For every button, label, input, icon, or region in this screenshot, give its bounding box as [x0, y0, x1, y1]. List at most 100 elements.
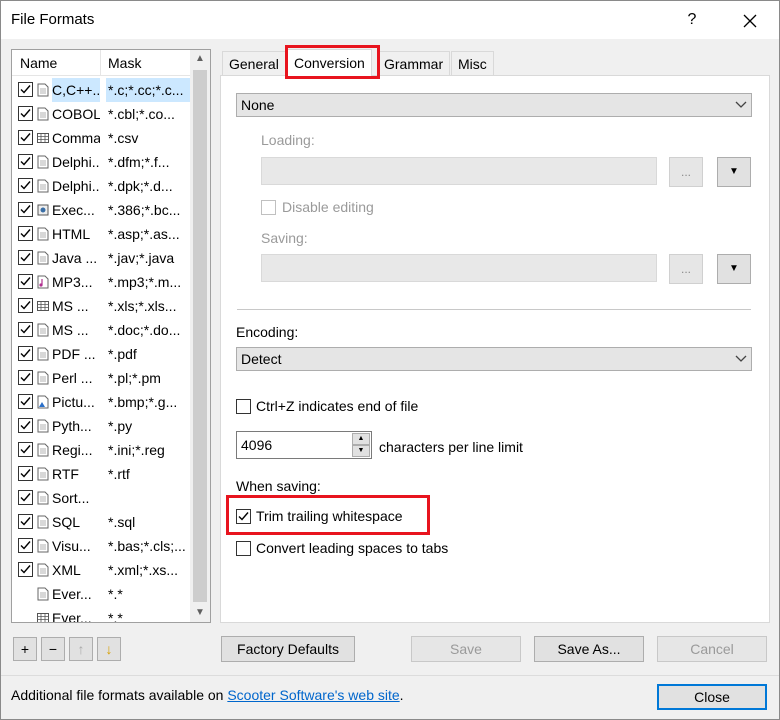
list-item[interactable]: Visu... *.bas;*.cls;... [12, 534, 190, 558]
list-item-checkbox[interactable] [18, 250, 33, 265]
loading-menu-button[interactable]: ▼ [717, 157, 751, 187]
list-item[interactable]: MS ... *.xls;*.xls... [12, 294, 190, 318]
ctrl-z-checkbox[interactable] [236, 399, 251, 414]
list-scrollbar[interactable]: ▲ ▼ [190, 50, 210, 622]
list-item[interactable]: Java ... *.jav;*.java [12, 246, 190, 270]
when-saving-label: When saving: [236, 478, 321, 494]
chevron-down-icon [735, 101, 747, 108]
list-item-checkbox[interactable] [18, 394, 33, 409]
list-item[interactable]: Ever... *.* [12, 606, 190, 623]
line-limit-label: characters per line limit [379, 439, 523, 455]
conversion-type-value: None [241, 97, 275, 113]
list-item[interactable]: COBOL *.cbl;*.co... [12, 102, 190, 126]
scroll-thumb[interactable] [193, 70, 207, 602]
trim-whitespace-label[interactable]: Trim trailing whitespace [256, 508, 403, 524]
list-item[interactable]: Delphi... *.dfm;*.f... [12, 150, 190, 174]
list-item-checkbox[interactable] [18, 130, 33, 145]
title-bar: File Formats ? [1, 1, 779, 39]
checkmark-icon [20, 469, 31, 478]
tab-grammar[interactable]: Grammar [377, 51, 451, 75]
remove-format-button[interactable]: − [41, 637, 65, 661]
spin-down-icon[interactable]: ▼ [352, 445, 370, 457]
list-item[interactable]: Sort... [12, 486, 190, 510]
list-item-checkbox[interactable] [18, 178, 33, 193]
list-item[interactable]: Regi... *.ini;*.reg [12, 438, 190, 462]
convert-spaces-checkbox[interactable] [236, 541, 251, 556]
list-item-checkbox[interactable] [18, 514, 33, 529]
list-item-checkbox[interactable] [18, 418, 33, 433]
checkmark-icon [20, 301, 31, 310]
save-as-button[interactable]: Save As... [534, 636, 644, 662]
scroll-down-arrow-icon[interactable]: ▼ [190, 604, 210, 622]
list-item[interactable]: Exec... *.386;*.bc... [12, 198, 190, 222]
music-icon [37, 275, 49, 289]
list-item-mask: *.* [108, 610, 123, 623]
list-header: Name Mask [12, 50, 190, 76]
doc-icon [37, 419, 49, 433]
list-item[interactable]: Comma... *.csv [12, 126, 190, 150]
list-item-checkbox[interactable] [18, 154, 33, 169]
close-button[interactable]: Close [657, 684, 767, 710]
web-site-link[interactable]: Scooter Software's web site [227, 687, 399, 703]
column-header-name[interactable]: Name [20, 55, 57, 71]
tab-misc[interactable]: Misc [451, 51, 494, 75]
list-item-checkbox[interactable] [18, 82, 33, 97]
factory-defaults-button[interactable]: Factory Defaults [221, 636, 355, 662]
spin-up-icon[interactable]: ▲ [352, 433, 370, 445]
list-item-checkbox[interactable] [18, 466, 33, 481]
scroll-up-arrow-icon[interactable]: ▲ [190, 50, 210, 68]
move-up-button[interactable]: ↑ [69, 637, 93, 661]
list-item[interactable]: SQL *.sql [12, 510, 190, 534]
list-item[interactable]: Pictu... *.bmp;*.g... [12, 390, 190, 414]
list-item-checkbox[interactable] [18, 202, 33, 217]
list-item-checkbox[interactable] [18, 226, 33, 241]
save-button[interactable]: Save [411, 636, 521, 662]
list-item[interactable]: MP3... *.mp3;*.m... [12, 270, 190, 294]
list-item-checkbox[interactable] [18, 370, 33, 385]
loading-browse-button: ... [669, 157, 703, 187]
list-item[interactable]: C,C++... *.c;*.cc;*.c... [12, 78, 190, 102]
list-item-checkbox[interactable] [18, 442, 33, 457]
list-item-name: Visu... [52, 538, 91, 554]
tab-general[interactable]: General [222, 51, 286, 75]
list-item[interactable]: PDF ... *.pdf [12, 342, 190, 366]
list-item[interactable]: Ever... *.* [12, 582, 190, 606]
tab-conversion[interactable]: Conversion [287, 49, 372, 77]
status-message: Additional file formats available on [11, 687, 228, 703]
line-limit-value[interactable]: 4096 [241, 437, 272, 453]
convert-spaces-label[interactable]: Convert leading spaces to tabs [256, 540, 448, 556]
help-button[interactable]: ? [677, 5, 707, 35]
conversion-type-select[interactable]: None [236, 93, 752, 117]
list-item-checkbox[interactable] [18, 106, 33, 121]
list-item-checkbox[interactable] [18, 346, 33, 361]
list-item-checkbox[interactable] [18, 490, 33, 505]
trim-whitespace-checkbox[interactable] [236, 509, 251, 524]
doc-icon [37, 179, 49, 193]
line-limit-spinner[interactable]: 4096 ▲ ▼ [236, 431, 372, 459]
list-item-name: Delphi... [52, 154, 100, 170]
list-item-name: MP3... [52, 274, 93, 290]
list-item[interactable]: Perl ... *.pl;*.pm [12, 366, 190, 390]
move-down-button[interactable]: ↓ [97, 637, 121, 661]
encoding-select[interactable]: Detect [236, 347, 752, 371]
add-format-button[interactable]: + [13, 637, 37, 661]
list-item[interactable]: Pyth... *.py [12, 414, 190, 438]
list-item[interactable]: XML *.xml;*.xs... [12, 558, 190, 582]
list-item[interactable]: HTML *.asp;*.as... [12, 222, 190, 246]
list-item-checkbox[interactable] [18, 538, 33, 553]
ctrl-z-label[interactable]: Ctrl+Z indicates end of file [256, 398, 418, 414]
cancel-button[interactable]: Cancel [657, 636, 767, 662]
list-item[interactable]: Delphi... *.dpk;*.d... [12, 174, 190, 198]
close-window-button[interactable] [733, 5, 767, 35]
list-item[interactable]: MS ... *.doc;*.do... [12, 318, 190, 342]
list-item-checkbox[interactable] [18, 274, 33, 289]
doc-icon [37, 443, 49, 457]
list-item-checkbox[interactable] [18, 562, 33, 577]
file-format-list[interactable]: Name Mask C,C++... *.c;*.cc;*.c... COBOL *.… [11, 49, 211, 623]
list-item-checkbox[interactable] [18, 298, 33, 313]
list-item[interactable]: RTF *.rtf [12, 462, 190, 486]
column-header-mask[interactable]: Mask [108, 55, 141, 71]
saving-menu-button[interactable]: ▼ [717, 254, 751, 284]
doc-icon [37, 155, 49, 169]
list-item-checkbox[interactable] [18, 322, 33, 337]
